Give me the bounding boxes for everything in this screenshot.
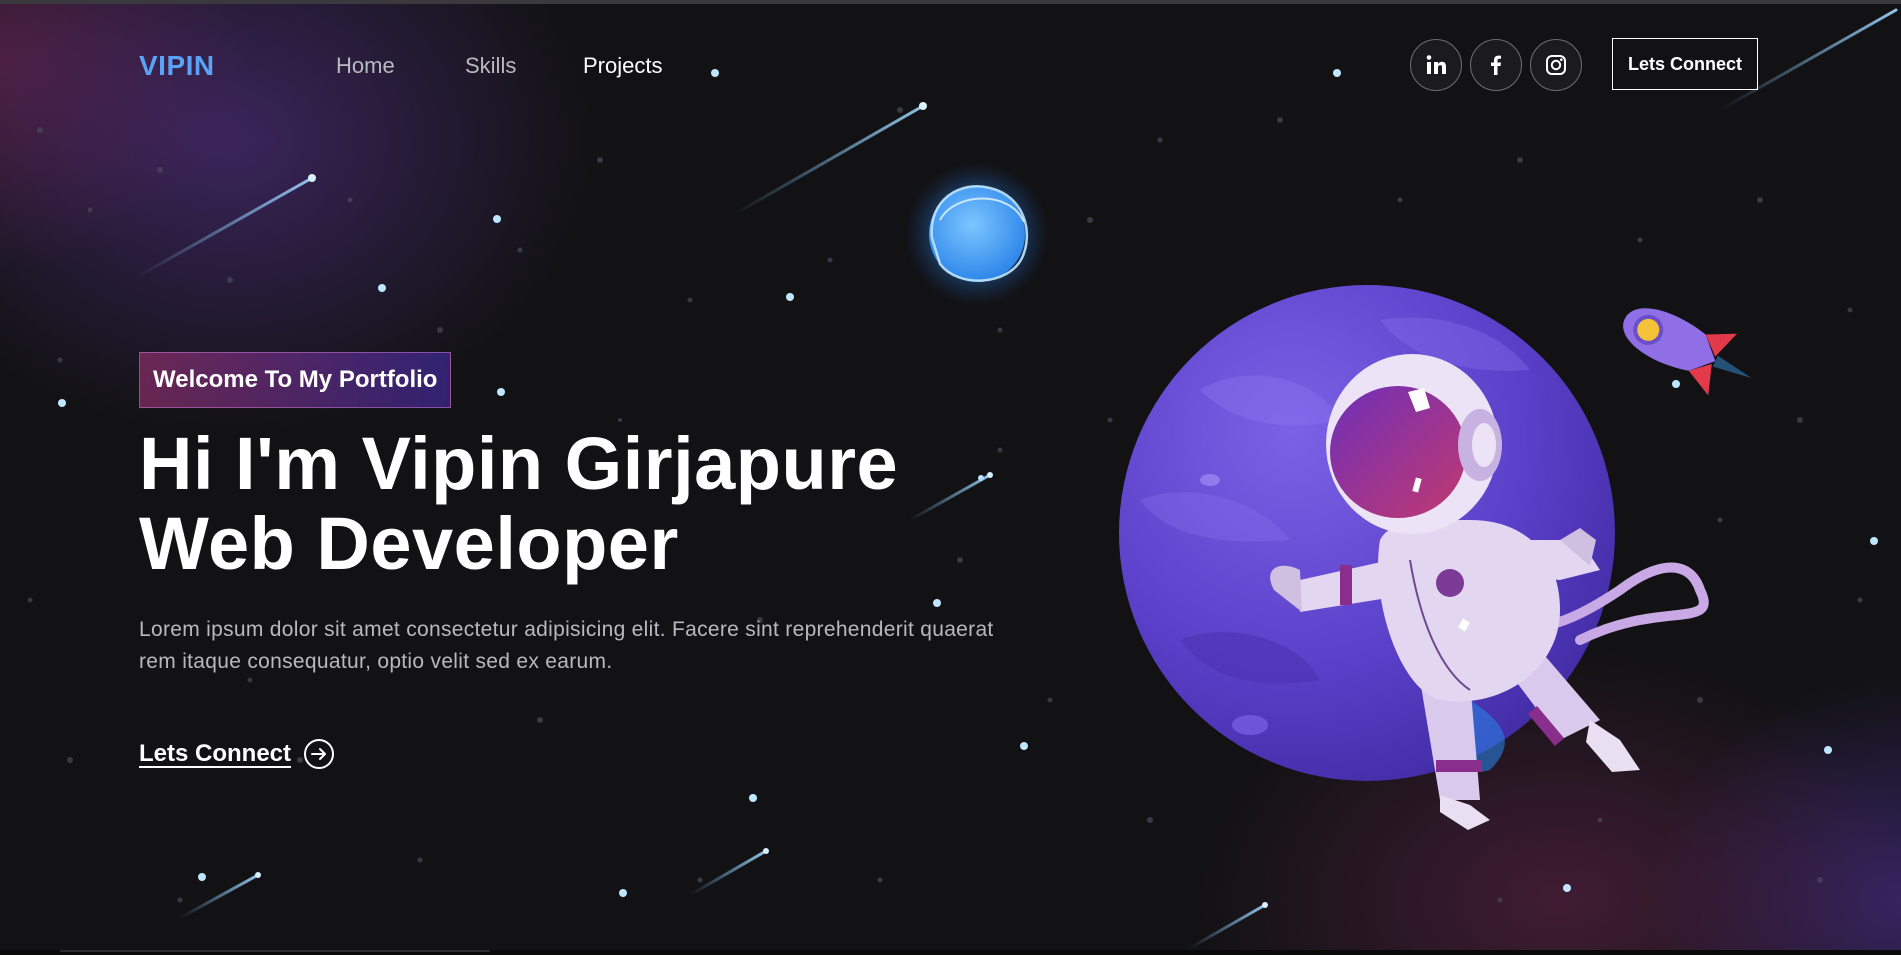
hero-description: Lorem ipsum dolor sit amet consectetur a… <box>139 618 994 673</box>
hero-lets-connect-label: Lets Connect <box>139 740 292 767</box>
nav-lets-connect-button[interactable]: Lets Connect <box>1612 38 1758 90</box>
welcome-tagline: Welcome To My Portfolio <box>139 352 452 408</box>
instagram-button[interactable] <box>1530 39 1582 91</box>
top-navbar: VIPIN Home Skills Projects Lets Connect <box>0 36 1901 98</box>
linkedin-button[interactable] <box>1410 39 1462 91</box>
linkedin-icon <box>1426 55 1446 74</box>
hero-title-line-1: Hi I'm Vipin Girjapure <box>139 422 899 505</box>
hero-title: Hi I'm Vipin Girjapure Web Developer <box>139 424 898 584</box>
facebook-icon <box>1491 55 1501 75</box>
bottom-border <box>0 950 1901 955</box>
nav-link-skills[interactable]: Skills <box>465 53 516 79</box>
instagram-icon <box>1546 55 1566 75</box>
facebook-button[interactable] <box>1470 39 1522 91</box>
hero-lets-connect-link[interactable]: Lets Connect <box>139 738 335 770</box>
nav-link-home[interactable]: Home <box>336 53 395 79</box>
arrow-circle-right-icon <box>304 739 335 769</box>
logo[interactable]: VIPIN <box>139 50 215 82</box>
nav-link-projects[interactable]: Projects <box>583 53 662 79</box>
hero-title-line-2: Web Developer <box>139 502 679 585</box>
portfolio-page: VIPIN Home Skills Projects Lets Connect <box>0 0 1901 955</box>
